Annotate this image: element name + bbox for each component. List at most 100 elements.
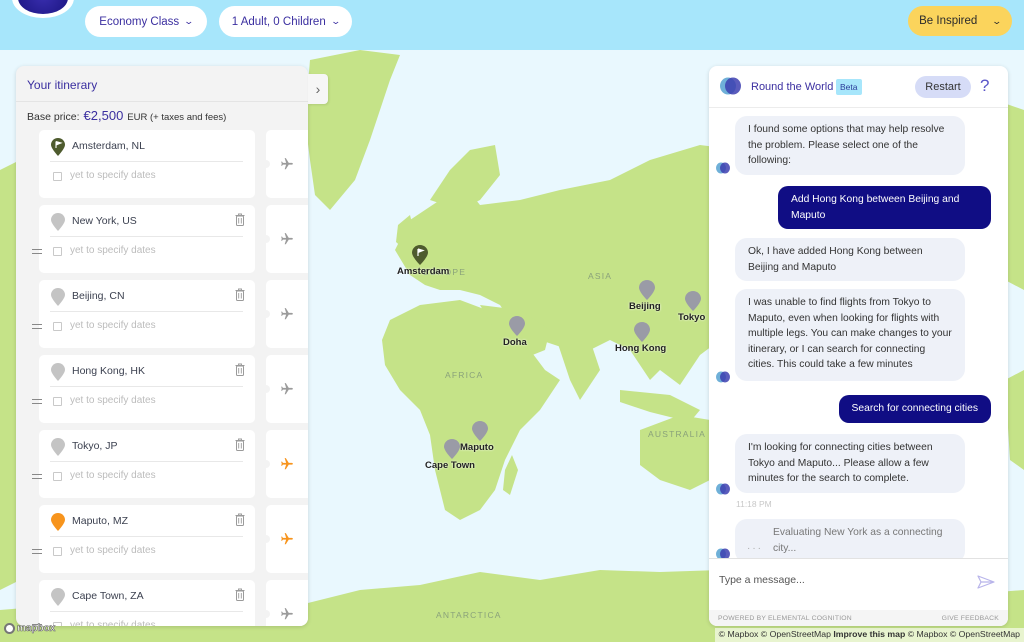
map-marker-amsterdam[interactable] (412, 245, 428, 265)
map-marker-doha[interactable] (509, 316, 525, 336)
stop-dates[interactable]: yet to specify dates (70, 245, 156, 256)
itinerary-panel: Your itinerary Base price: €2,500 EUR (+… (16, 66, 308, 626)
itinerary-stop[interactable]: Hong Kong, HK yet to specify dates (39, 355, 255, 423)
improve-map-link[interactable]: Improve this map (833, 629, 905, 639)
loading-dots-icon: ··· (747, 543, 763, 554)
attribution-text[interactable]: © Mapbox © OpenStreetMap (719, 629, 831, 639)
drag-handle-icon[interactable] (32, 249, 42, 254)
region-label-antarctica: ANTARCTICA (436, 610, 502, 620)
stop-dates[interactable]: yet to specify dates (70, 620, 156, 626)
send-icon[interactable] (977, 575, 995, 589)
leg-notch (262, 235, 270, 243)
bot-message: I was unable to find flights from Tokyo … (735, 289, 965, 381)
chevron-down-icon: ⌄ (991, 15, 1003, 26)
stop-divider (50, 311, 243, 312)
drag-handle-icon[interactable] (32, 324, 42, 329)
stop-dates[interactable]: yet to specify dates (70, 470, 156, 481)
map-label-amsterdam: Amsterdam (397, 266, 450, 277)
calendar-icon (53, 397, 62, 406)
trash-icon[interactable] (235, 438, 245, 451)
cabin-class-dropdown[interactable]: Economy Class ⌄ (85, 6, 207, 37)
itinerary-stop[interactable]: Maputo, MZ yet to specify dates (39, 505, 255, 573)
leg-notch (262, 385, 270, 393)
itinerary-stop[interactable]: Tokyo, JP yet to specify dates (39, 430, 255, 498)
stop-city[interactable]: New York, US (72, 215, 137, 227)
flight-leg[interactable] (262, 580, 308, 626)
stop-city[interactable]: Tokyo, JP (72, 440, 118, 452)
trash-icon[interactable] (235, 513, 245, 526)
stop-dates[interactable]: yet to specify dates (70, 395, 156, 406)
itinerary-stop[interactable]: New York, US yet to specify dates (39, 205, 255, 273)
stop-divider (50, 386, 243, 387)
user-message: Add Hong Kong between Beijing and Maputo (778, 186, 991, 229)
help-icon[interactable]: ? (980, 76, 989, 96)
search-status-message: ··· Evaluating New York as a connecting … (735, 519, 965, 558)
bot-message: I found some options that may help resol… (735, 116, 965, 175)
flight-leg[interactable] (262, 505, 308, 573)
stop-city[interactable]: Maputo, MZ (72, 515, 128, 527)
stop-city[interactable]: Amsterdam, NL (72, 140, 145, 152)
region-label-australia: AUSTRALIA (648, 429, 707, 439)
attribution-text[interactable]: © Mapbox © OpenStreetMap (908, 629, 1020, 639)
calendar-icon (53, 247, 62, 256)
bot-avatar-icon (716, 162, 730, 174)
mapbox-logo[interactable]: mapbox (4, 623, 56, 634)
origin-flag-pin-icon (51, 138, 65, 156)
map-marker-beijing[interactable] (639, 280, 655, 300)
chat-footer: POWERED BY ELEMENTAL COGNITION GIVE FEED… (709, 610, 1008, 626)
stop-dates[interactable]: yet to specify dates (70, 545, 156, 556)
stop-dates[interactable]: yet to specify dates (70, 320, 156, 331)
flight-leg[interactable] (262, 280, 308, 348)
leg-notch (262, 160, 270, 168)
map-marker-maputo[interactable] (472, 421, 488, 441)
passengers-dropdown[interactable]: 1 Adult, 0 Children ⌄ (219, 6, 352, 37)
calendar-icon (53, 547, 62, 556)
itinerary-stop[interactable]: Beijing, CN yet to specify dates (39, 280, 255, 348)
base-price: Base price: €2,500 EUR (+ taxes and fees… (16, 102, 308, 130)
bot-message: Ok, I have added Hong Kong between Beiji… (735, 238, 965, 281)
stop-dates[interactable]: yet to specify dates (70, 170, 156, 181)
calendar-icon (53, 172, 62, 181)
bot-message: I'm looking for connecting cities betwee… (735, 434, 965, 493)
flight-leg[interactable] (262, 355, 308, 423)
stop-divider (50, 611, 243, 612)
chat-messages[interactable]: I found some options that may help resol… (709, 108, 1008, 558)
collapse-itinerary-button[interactable]: › (308, 74, 328, 104)
flight-leg[interactable] (262, 430, 308, 498)
stop-divider (50, 536, 243, 537)
airplane-icon (281, 533, 293, 545)
stop-city[interactable]: Beijing, CN (72, 290, 125, 302)
stop-city[interactable]: Hong Kong, HK (72, 365, 145, 377)
location-pin-icon (51, 588, 65, 606)
mapbox-logo-icon (4, 623, 15, 634)
trash-icon[interactable] (235, 588, 245, 601)
map-label-cape-town: Cape Town (425, 460, 475, 471)
stop-city[interactable]: Cape Town, ZA (72, 590, 144, 602)
be-inspired-dropdown[interactable]: Be Inspired ⌄ (908, 6, 1012, 36)
itinerary-stop[interactable]: Amsterdam, NL yet to specify dates (39, 130, 255, 198)
stop-divider (50, 236, 243, 237)
flight-leg[interactable] (262, 205, 308, 273)
map-label-hong-kong: Hong Kong (615, 343, 667, 354)
calendar-icon (53, 322, 62, 331)
cabin-class-label: Economy Class (99, 15, 180, 28)
drag-handle-icon[interactable] (32, 474, 42, 479)
drag-handle-icon[interactable] (32, 399, 42, 404)
drag-handle-icon[interactable] (32, 549, 42, 554)
restart-button[interactable]: Restart (915, 76, 971, 98)
message-input[interactable] (719, 574, 959, 586)
itinerary-stop[interactable]: Cape Town, ZA yet to specify dates (39, 580, 255, 626)
give-feedback-link[interactable]: GIVE FEEDBACK (942, 615, 999, 622)
powered-by-link[interactable]: POWERED BY ELEMENTAL COGNITION (718, 615, 852, 622)
map-marker-cape-town[interactable] (444, 439, 460, 459)
trash-icon[interactable] (235, 363, 245, 376)
stop-divider (50, 161, 243, 162)
map-marker-hong-kong[interactable] (634, 322, 650, 342)
flight-leg[interactable] (262, 130, 308, 198)
map-marker-tokyo[interactable] (685, 291, 701, 311)
trash-icon[interactable] (235, 213, 245, 226)
region-label-asia: ASIA (588, 271, 613, 281)
trash-icon[interactable] (235, 288, 245, 301)
leg-notch (262, 460, 270, 468)
airplane-icon (281, 383, 293, 395)
